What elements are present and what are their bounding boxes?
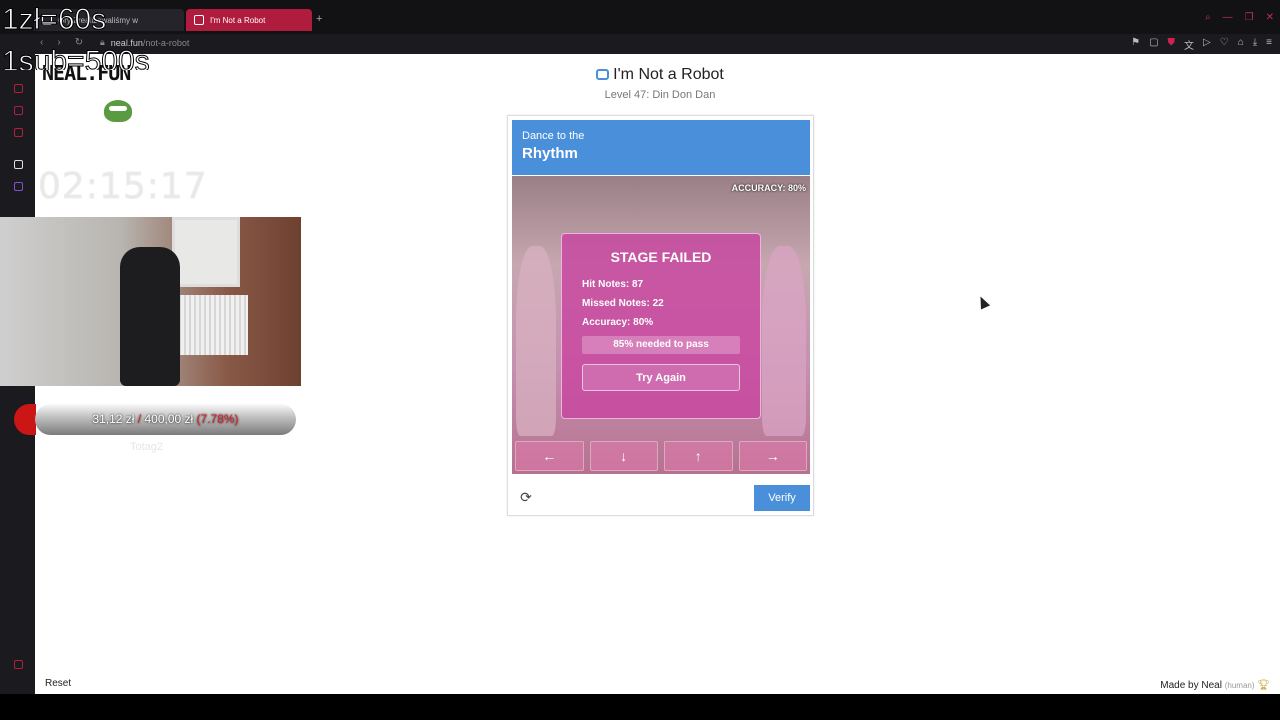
play-icon[interactable]: ▷	[1203, 37, 1211, 52]
webcam-window	[172, 217, 240, 287]
arrow-right-button[interactable]: →	[738, 441, 807, 471]
pepe-emote-icon	[104, 100, 132, 122]
robot-icon	[596, 69, 610, 80]
pass-requirement: 85% needed to pass	[582, 336, 740, 354]
captcha-header: Dance to the Rhythm	[512, 120, 810, 175]
level-label: Level 47: Din Don Dan	[604, 89, 716, 101]
tab-label: I'm Not a Robot	[210, 15, 266, 25]
search-icon[interactable]: ⌕	[1205, 12, 1211, 23]
fail-title: STAGE FAILED	[610, 249, 712, 265]
title-text: I'm Not a Robot	[613, 66, 724, 83]
new-tab-icon[interactable]: +	[316, 13, 322, 25]
close-icon[interactable]: ✕	[1266, 12, 1274, 23]
dance-stage: ACCURACY: 80% STAGE FAILED Hit Notes: 87…	[512, 176, 810, 474]
twitch-icon[interactable]	[14, 182, 23, 191]
translate-icon[interactable]: 文	[1184, 37, 1194, 52]
donation-goal: 400,00 zł	[144, 412, 194, 426]
dancer-figure	[762, 246, 806, 436]
robot-favicon-icon	[194, 15, 204, 25]
donation-separator: /	[137, 412, 142, 426]
dancer-figure	[516, 246, 556, 436]
stage-failed-panel: STAGE FAILED Hit Notes: 87 Missed Notes:…	[561, 233, 761, 419]
rate-overlay-line1: 1zł=60s	[1, 3, 107, 36]
browser-window: Gry Zrealizowaliśmy w I'm Not a Robot + …	[0, 0, 1280, 720]
captcha-instruction: Dance to the	[522, 130, 585, 142]
bookmark-icon[interactable]: ⚑	[1131, 37, 1140, 52]
try-again-button[interactable]: Try Again	[582, 364, 740, 391]
webcam-feed	[0, 217, 301, 386]
hit-notes: Hit Notes: 87	[582, 279, 644, 290]
donation-percent: (7.78%)	[196, 412, 239, 426]
bottom-bar	[0, 694, 1280, 720]
arrow-down-button[interactable]: ↓	[589, 441, 658, 471]
made-by-text: Made by Neal	[1160, 680, 1222, 691]
arrow-up-button[interactable]: ↑	[664, 441, 733, 471]
account-icon[interactable]: ⌂	[1238, 37, 1244, 52]
sidebar-app-icon[interactable]	[14, 660, 23, 669]
verify-button[interactable]: Verify	[754, 485, 810, 511]
address-bar: ‹ › ↻ 🔒︎ neal.fun/not-a-robot ⚑ ▢ ⛊ 文 ▷ …	[0, 34, 1280, 54]
donation-current: 31,12 zł	[92, 412, 135, 426]
captcha-box: Dance to the Rhythm ACCURACY: 80% STAGE …	[507, 115, 814, 516]
tab-not-a-robot[interactable]: I'm Not a Robot	[186, 9, 312, 31]
trophy-icon: 🏆︎	[1257, 680, 1270, 691]
made-by-link[interactable]: Made by Neal (human) 🏆︎	[1160, 680, 1270, 691]
sidebar-app-icon[interactable]	[14, 160, 23, 169]
sidebar-app-icon[interactable]	[14, 106, 23, 115]
url-path: /not-a-robot	[142, 37, 190, 48]
accuracy-stat: Accuracy: 80%	[582, 317, 654, 328]
shield-icon[interactable]: ⛊	[1168, 37, 1176, 52]
stream-timer: 02:15:17	[38, 166, 208, 208]
screenshot-icon[interactable]: ▢	[1149, 37, 1158, 52]
missed-notes: Missed Notes: 22	[582, 298, 664, 309]
window-controls: ⌕ — ❐ ✕	[1205, 12, 1274, 23]
heart-icon[interactable]: ♡	[1220, 37, 1229, 52]
minimize-icon[interactable]: —	[1223, 12, 1233, 23]
captcha-task: Rhythm	[522, 145, 578, 162]
maximize-icon[interactable]: ❐	[1245, 12, 1254, 23]
webcam-chair	[120, 247, 180, 386]
sidebar-app-icon[interactable]	[14, 84, 23, 93]
donor-name: Totag2	[130, 441, 164, 453]
download-icon[interactable]: ⤓	[1253, 37, 1257, 52]
arrow-left-button[interactable]: ←	[515, 441, 584, 471]
donation-goal-bar: 31,12 zł / 400,00 zł (7.78%)	[35, 404, 296, 435]
sidebar-app-icon[interactable]	[14, 128, 23, 137]
reset-button[interactable]: Reset	[45, 678, 71, 689]
accuracy-readout: ACCURACY: 80%	[731, 183, 806, 193]
webcam-radiator	[176, 295, 248, 355]
toolbar-icons: ⚑ ▢ ⛊ 文 ▷ ♡ ⌂ ⤓ ≡	[1131, 37, 1272, 52]
tab-bar: Gry Zrealizowaliśmy w I'm Not a Robot + …	[0, 0, 1280, 34]
refresh-icon[interactable]: ⟳	[518, 489, 534, 505]
human-label: (human)	[1224, 681, 1255, 690]
arrow-lanes: ← ↓ ↑ →	[515, 441, 807, 471]
page-title: I'm Not a Robot	[560, 66, 760, 84]
menu-icon[interactable]: ≡	[1266, 37, 1272, 52]
